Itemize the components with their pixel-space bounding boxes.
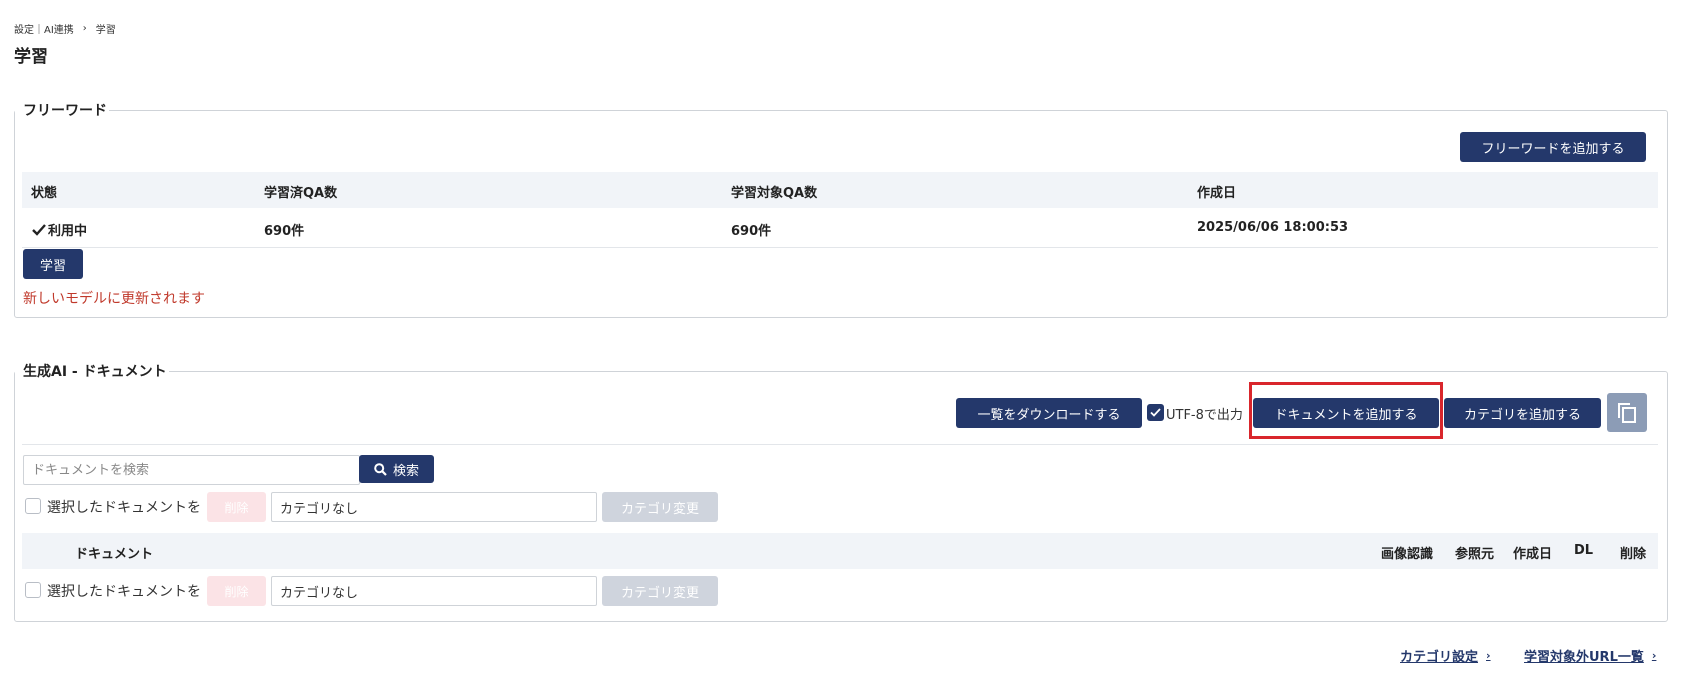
- delete-selected-button[interactable]: 削除: [207, 492, 266, 522]
- target-qa-cell: 690件: [731, 224, 772, 239]
- copy-icon: [1618, 402, 1636, 423]
- breadcrumb: 設定｜AI連携 › 学習: [14, 21, 116, 36]
- column-image-recognition: 画像認識: [1381, 547, 1434, 562]
- category-settings-label: カテゴリ設定: [1400, 650, 1479, 665]
- breadcrumb-parent[interactable]: 設定｜AI連携: [14, 21, 74, 36]
- category-select-bottom[interactable]: [271, 576, 597, 606]
- add-category-button[interactable]: カテゴリを追加する: [1444, 398, 1601, 428]
- utf8-label: UTF-8で出力: [1166, 408, 1243, 423]
- add-document-button[interactable]: ドキュメントを追加する: [1253, 398, 1439, 428]
- breadcrumb-current: 学習: [95, 25, 116, 36]
- search-button-label: 検索: [392, 463, 419, 479]
- column-created-date: 作成日: [1513, 547, 1553, 562]
- chevron-right-icon: ›: [1486, 649, 1491, 662]
- category-settings-link[interactable]: カテゴリ設定 ›: [1400, 646, 1491, 665]
- copy-button[interactable]: [1607, 393, 1647, 432]
- status-cell: 利用中: [32, 220, 87, 239]
- change-category-button-bottom[interactable]: カテゴリ変更: [602, 576, 718, 606]
- category-select[interactable]: [271, 492, 597, 522]
- bulk-action-label: 選択したドキュメントを: [47, 500, 201, 516]
- select-all-checkbox[interactable]: [25, 498, 41, 514]
- check-icon: [32, 223, 46, 236]
- bulk-action-label-bottom: 選択したドキュメントを: [47, 584, 201, 600]
- status-text: 利用中: [48, 224, 88, 239]
- select-all-checkbox-bottom[interactable]: [25, 582, 41, 598]
- document-search-input[interactable]: [23, 455, 360, 485]
- column-delete: 削除: [1620, 547, 1647, 562]
- freeword-section: フリーワード: [14, 100, 1668, 318]
- toolbar-divider: [22, 444, 1658, 445]
- delete-selected-button-bottom[interactable]: 削除: [207, 576, 266, 606]
- freeword-legend: フリーワード: [23, 103, 107, 119]
- column-created: 作成日: [1197, 186, 1237, 201]
- excluded-urls-link[interactable]: 学習対象外URL一覧 ›: [1524, 646, 1656, 665]
- breadcrumb-separator: ›: [82, 23, 87, 34]
- documents-table-header: ドキュメント 画像認識 参照元 作成日 DL 削除: [22, 533, 1658, 569]
- column-reference: 参照元: [1455, 547, 1495, 562]
- add-freeword-button[interactable]: フリーワードを追加する: [1460, 132, 1646, 162]
- search-button[interactable]: 検索: [359, 455, 434, 483]
- column-document: ドキュメント: [75, 547, 154, 562]
- learn-button[interactable]: 学習: [23, 249, 83, 279]
- check-icon: [1150, 408, 1161, 417]
- learned-qa-cell: 690件: [264, 224, 305, 239]
- utf8-checkbox[interactable]: [1147, 404, 1164, 421]
- column-target-qa: 学習対象QA数: [731, 186, 818, 201]
- column-dl: DL: [1574, 543, 1594, 558]
- documents-legend: 生成AI - ドキュメント: [23, 364, 167, 380]
- page-title: 学習: [14, 47, 48, 67]
- created-cell: 2025/06/06 18:00:53: [1197, 220, 1349, 235]
- model-update-notice: 新しいモデルに更新されます: [23, 291, 205, 307]
- download-list-button[interactable]: 一覧をダウンロードする: [956, 398, 1142, 428]
- row-divider: [22, 247, 1658, 248]
- excluded-urls-label: 学習対象外URL一覧: [1524, 650, 1644, 665]
- freeword-table-header: 状態 学習済QA数 学習対象QA数 作成日: [22, 172, 1658, 208]
- search-icon: [374, 462, 387, 476]
- column-status: 状態: [31, 186, 58, 201]
- column-learned-qa: 学習済QA数: [264, 186, 338, 201]
- change-category-button[interactable]: カテゴリ変更: [602, 492, 718, 522]
- chevron-right-icon: ›: [1651, 649, 1657, 662]
